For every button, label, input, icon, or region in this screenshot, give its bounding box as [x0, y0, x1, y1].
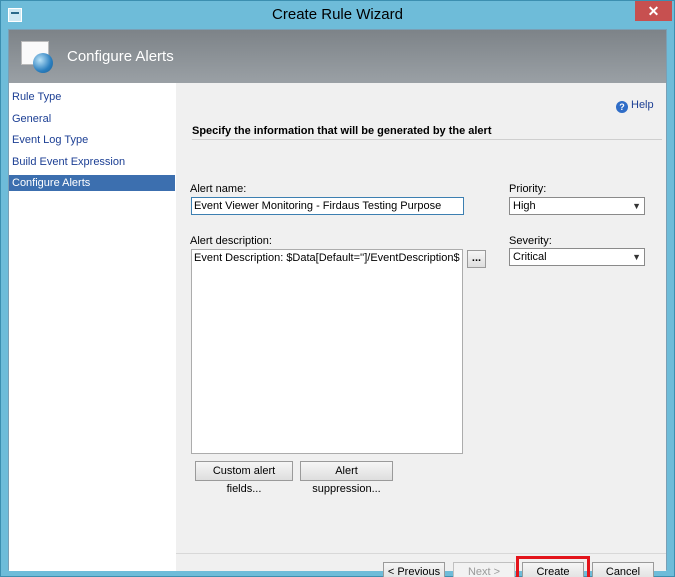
section-heading: Specify the information that will be gen… [192, 124, 662, 140]
chevron-down-icon: ▼ [632, 201, 641, 211]
close-icon: ✕ [647, 3, 660, 19]
wizard-client-area: Configure Alerts Rule Type General Event… [8, 29, 667, 577]
create-button[interactable]: Create [516, 556, 590, 577]
nav-item-rule-type[interactable]: Rule Type [9, 89, 175, 105]
help-circle-icon: ? [616, 101, 628, 113]
help-link[interactable]: ? Help [616, 98, 654, 113]
nav-item-event-log-type[interactable]: Event Log Type [9, 132, 175, 148]
help-label: Help [631, 99, 654, 111]
nav-item-configure-alerts[interactable]: Configure Alerts [9, 175, 175, 191]
alert-name-input[interactable]: Event Viewer Monitoring - Firdaus Testin… [191, 197, 464, 215]
severity-label: Severity: [509, 235, 552, 247]
footer-divider [176, 553, 666, 554]
chevron-down-icon: ▼ [632, 252, 641, 262]
wizard-step-nav: Rule Type General Event Log Type Build E… [9, 83, 176, 571]
title-bar[interactable]: Create Rule Wizard ✕ [1, 1, 674, 29]
priority-select[interactable]: High ▼ [509, 197, 645, 215]
page-title: Configure Alerts [67, 48, 174, 65]
next-button[interactable]: Next > [453, 562, 515, 577]
alert-description-label: Alert description: [190, 235, 272, 247]
previous-button[interactable]: < Previous [383, 562, 445, 577]
wizard-content: ? Help Specify the information that will … [176, 83, 666, 577]
alert-sphere-icon [21, 39, 55, 73]
nav-item-general[interactable]: General [9, 111, 175, 127]
insert-parameter-button[interactable]: ... [467, 250, 486, 268]
wizard-header: Configure Alerts [9, 30, 666, 83]
window-title: Create Rule Wizard [272, 6, 403, 23]
severity-select[interactable]: Critical ▼ [509, 248, 645, 266]
priority-label: Priority: [509, 183, 547, 195]
cancel-button[interactable]: Cancel [592, 562, 654, 577]
alert-name-label: Alert name: [190, 183, 247, 195]
close-button[interactable]: ✕ [635, 1, 672, 21]
severity-value: Critical [513, 251, 547, 263]
create-rule-wizard-window: Create Rule Wizard ✕ Configure Alerts Ru… [0, 0, 675, 577]
priority-value: High [513, 200, 536, 212]
custom-alert-fields-button[interactable]: Custom alert fields... [195, 461, 293, 495]
alert-description-textarea[interactable]: Event Description: $Data[Default='']/Eve… [191, 249, 463, 454]
alert-suppression-button[interactable]: Alert suppression... [300, 461, 393, 495]
nav-item-build-event-expression[interactable]: Build Event Expression [9, 154, 175, 170]
